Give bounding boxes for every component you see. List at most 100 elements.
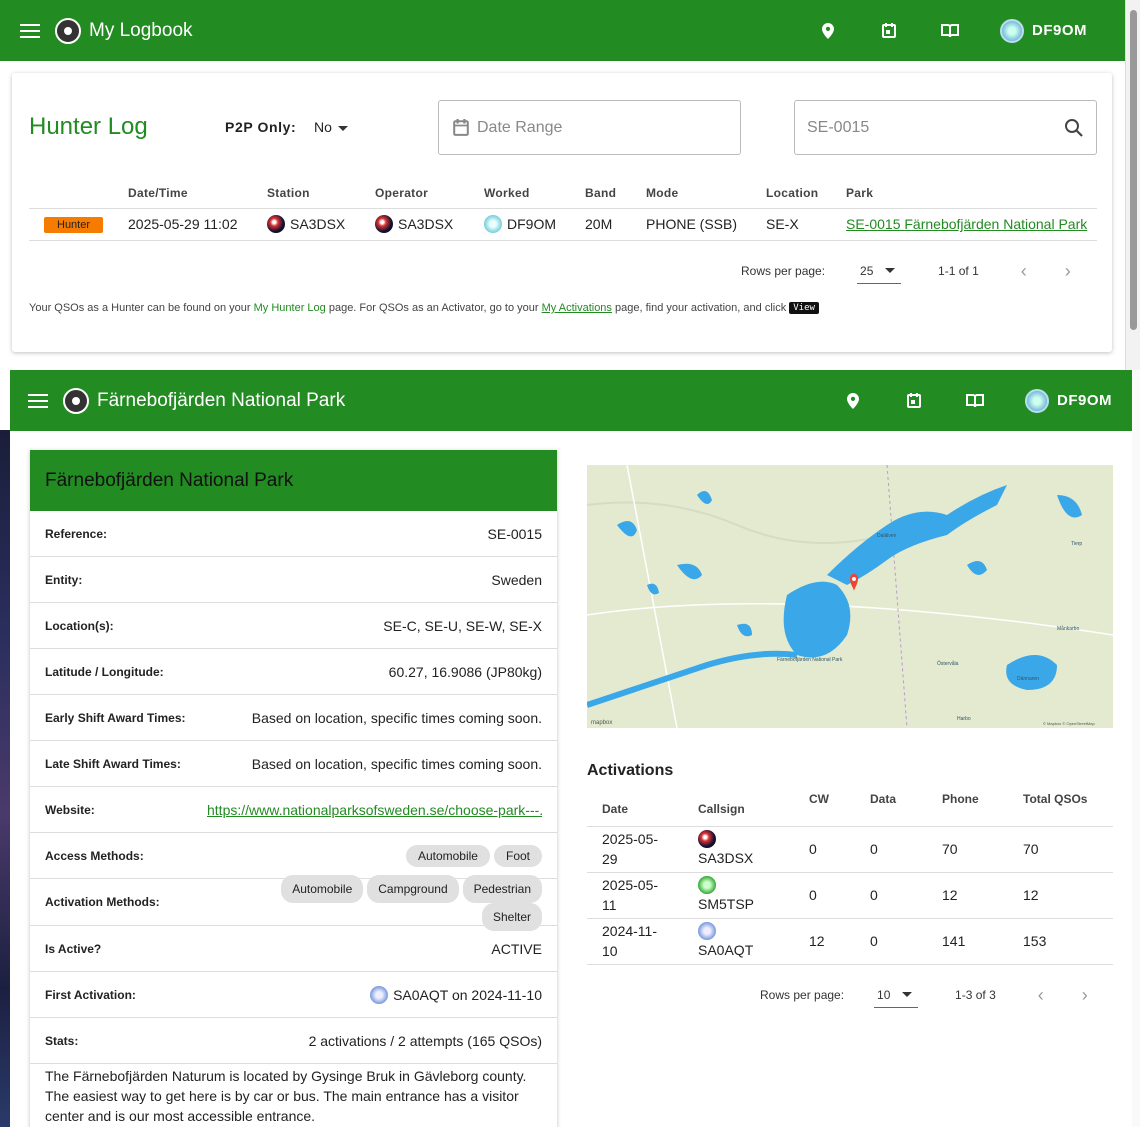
col-total[interactable]: Total QSOs [1023, 782, 1113, 826]
chip-pedestrian: Pedestrian [462, 874, 542, 903]
chevron-right-icon[interactable]: › [1082, 985, 1088, 1006]
col-date[interactable]: Date [587, 782, 698, 826]
row-stats: Stats: 2 activations / 2 attempts (165 QS… [30, 1018, 557, 1064]
col-data[interactable]: Data [870, 782, 942, 826]
chevron-down-icon [337, 125, 348, 131]
park-window: Färnebofjärden National Park DF9OM Färne… [10, 370, 1140, 1127]
cell-cw: 0 [803, 825, 870, 872]
row-early-shift: Early Shift Award Times: Based on locatio… [30, 695, 557, 741]
col-location[interactable]: Location [766, 178, 846, 208]
search-input[interactable]: SE-0015 [794, 100, 1097, 155]
menu-icon[interactable] [28, 393, 48, 408]
table-row: Hunter 2025-05-29 11:02 SA3DSX SA3DSX DF… [29, 207, 1097, 241]
col-phone[interactable]: Phone [942, 782, 1023, 826]
cell-phone: 70 [942, 825, 1023, 872]
user-callsign[interactable]: DF9OM [1032, 22, 1087, 39]
chevron-left-icon[interactable]: ‹ [1038, 985, 1044, 1006]
calendar-icon [453, 119, 469, 136]
rows-per-page-select[interactable]: 25 [857, 258, 902, 284]
book-icon[interactable] [964, 390, 986, 412]
col-mode[interactable]: Mode [646, 178, 766, 208]
map-label-harbo: Harbo [957, 716, 971, 722]
note-text-1: Your QSOs as a Hunter can be found on yo… [29, 302, 254, 314]
locations-label: Location(s): [45, 618, 114, 633]
p2p-value: No [314, 119, 332, 135]
cell-callsign: SA3DSX [698, 850, 754, 866]
latlon-value: 60.27, 16.9086 (JP80kg) [388, 663, 542, 680]
park-link[interactable]: SE-0015 Färnebofjärden National Park [846, 216, 1087, 232]
my-activations-link[interactable]: My Activations [542, 302, 612, 314]
chevron-right-icon[interactable]: › [1065, 261, 1071, 282]
search-value: SE-0015 [807, 118, 870, 136]
map-pin-icon[interactable] [842, 390, 864, 412]
cell-band: 20M [585, 207, 646, 241]
col-cw[interactable]: CW [803, 782, 870, 826]
hunter-pagination: Rows per page: 25 1-1 of 1 ‹ › [741, 258, 1071, 284]
search-icon[interactable] [1064, 118, 1084, 138]
cell-location: SE-X [766, 207, 846, 241]
user-callsign[interactable]: DF9OM [1057, 392, 1112, 409]
scrollbar[interactable] [1132, 370, 1140, 1127]
row-activation-methods: Activation Methods: Automobile Campground P… [30, 874, 557, 931]
my-hunter-log-link[interactable]: My Hunter Log [254, 302, 326, 314]
table-row[interactable]: 2025-05-29 SA3DSX 0 0 70 70 [587, 825, 1113, 872]
worked-avatar-icon [484, 215, 502, 233]
col-station[interactable]: Station [267, 178, 375, 208]
hunter-log-card: Hunter Log P2P Only: No Date Range SE-00… [12, 73, 1112, 352]
first-activation-label: First Activation: [45, 987, 136, 1002]
col-park[interactable]: Park [846, 178, 1097, 208]
activations-pagination: Rows per page: 10 1-3 of 3 ‹ › [760, 982, 1088, 1008]
page-range: 1-1 of 1 [938, 264, 979, 278]
cell-total: 153 [1023, 917, 1113, 964]
p2p-select[interactable]: No [314, 119, 348, 135]
avatar-icon[interactable] [1000, 18, 1024, 43]
table-row[interactable]: 2025-05-11 SM5TSP 0 0 12 12 [587, 871, 1113, 918]
chip-automobile: Automobile [405, 844, 490, 867]
col-band[interactable]: Band [585, 178, 646, 208]
app-title: My Logbook [89, 19, 193, 41]
date-range-field[interactable]: Date Range [438, 100, 741, 155]
park-map[interactable]: Dalälven Färnebofjärden National Park Ös… [587, 465, 1113, 728]
cell-total: 12 [1023, 871, 1113, 918]
hunter-log-window: My Logbook DF9OM Hunter Log P2P Only: No… [0, 0, 1140, 370]
map-label-mankarbo: Månkarbo [1057, 625, 1079, 632]
view-button[interactable]: View [789, 302, 819, 314]
chevron-left-icon[interactable]: ‹ [1021, 261, 1027, 282]
row-access-methods: Access Methods: Automobile Foot [30, 833, 557, 879]
cell-cw: 12 [803, 917, 870, 964]
map-canvas[interactable]: Dalälven Färnebofjärden National Park Ös… [587, 465, 1113, 728]
map-label-dalalven: Dalälven [877, 533, 897, 539]
stats-value: 2 activations / 2 attempts (165 QSOs) [308, 1032, 542, 1049]
latlon-label: Latitude / Longitude: [45, 664, 164, 679]
cell-data: 0 [870, 825, 942, 872]
menu-icon[interactable] [20, 23, 40, 38]
rows-per-page-label: Rows per page: [741, 264, 826, 278]
top-app-bar: My Logbook DF9OM [0, 0, 1125, 61]
scrollbar[interactable] [1125, 0, 1140, 370]
col-datetime[interactable]: Date/Time [128, 178, 267, 208]
park-app-bar: Färnebofjärden National Park DF9OM [10, 370, 1133, 431]
entity-value: Sweden [491, 571, 542, 588]
avatar-icon[interactable] [1025, 388, 1049, 413]
website-link[interactable]: https://www.nationalparksofsweden.se/cho… [207, 802, 542, 818]
rows-per-page-select[interactable]: 10 [874, 982, 919, 1008]
activations-table: Date Callsign CW Data Phone Total QSOs 2… [587, 782, 1113, 965]
cell-cw: 0 [803, 871, 870, 918]
cell-data: 0 [870, 917, 942, 964]
map-pin-icon[interactable] [817, 20, 839, 42]
park-card-title: Färnebofjärden National Park [30, 450, 557, 511]
table-row[interactable]: 2024-11-10 SA0AQT 12 0 141 153 [587, 917, 1113, 964]
mapbox-logo[interactable]: mapbox [591, 720, 612, 726]
map-attribution[interactable]: © Mapbox © OpenStreetMap [1043, 721, 1095, 726]
col-operator[interactable]: Operator [375, 178, 484, 208]
row-is-active: Is Active? ACTIVE [30, 926, 557, 972]
chip-foot: Foot [493, 844, 542, 867]
calendar-icon[interactable] [878, 20, 900, 42]
book-icon[interactable] [939, 20, 961, 42]
col-worked[interactable]: Worked [484, 178, 585, 208]
map-label-park: Färnebofjärden National Park [777, 657, 843, 663]
cell-phone: 141 [942, 917, 1023, 964]
col-callsign[interactable]: Callsign [698, 782, 803, 826]
calendar-icon[interactable] [903, 390, 925, 412]
rows-per-page-value: 10 [877, 987, 891, 1002]
